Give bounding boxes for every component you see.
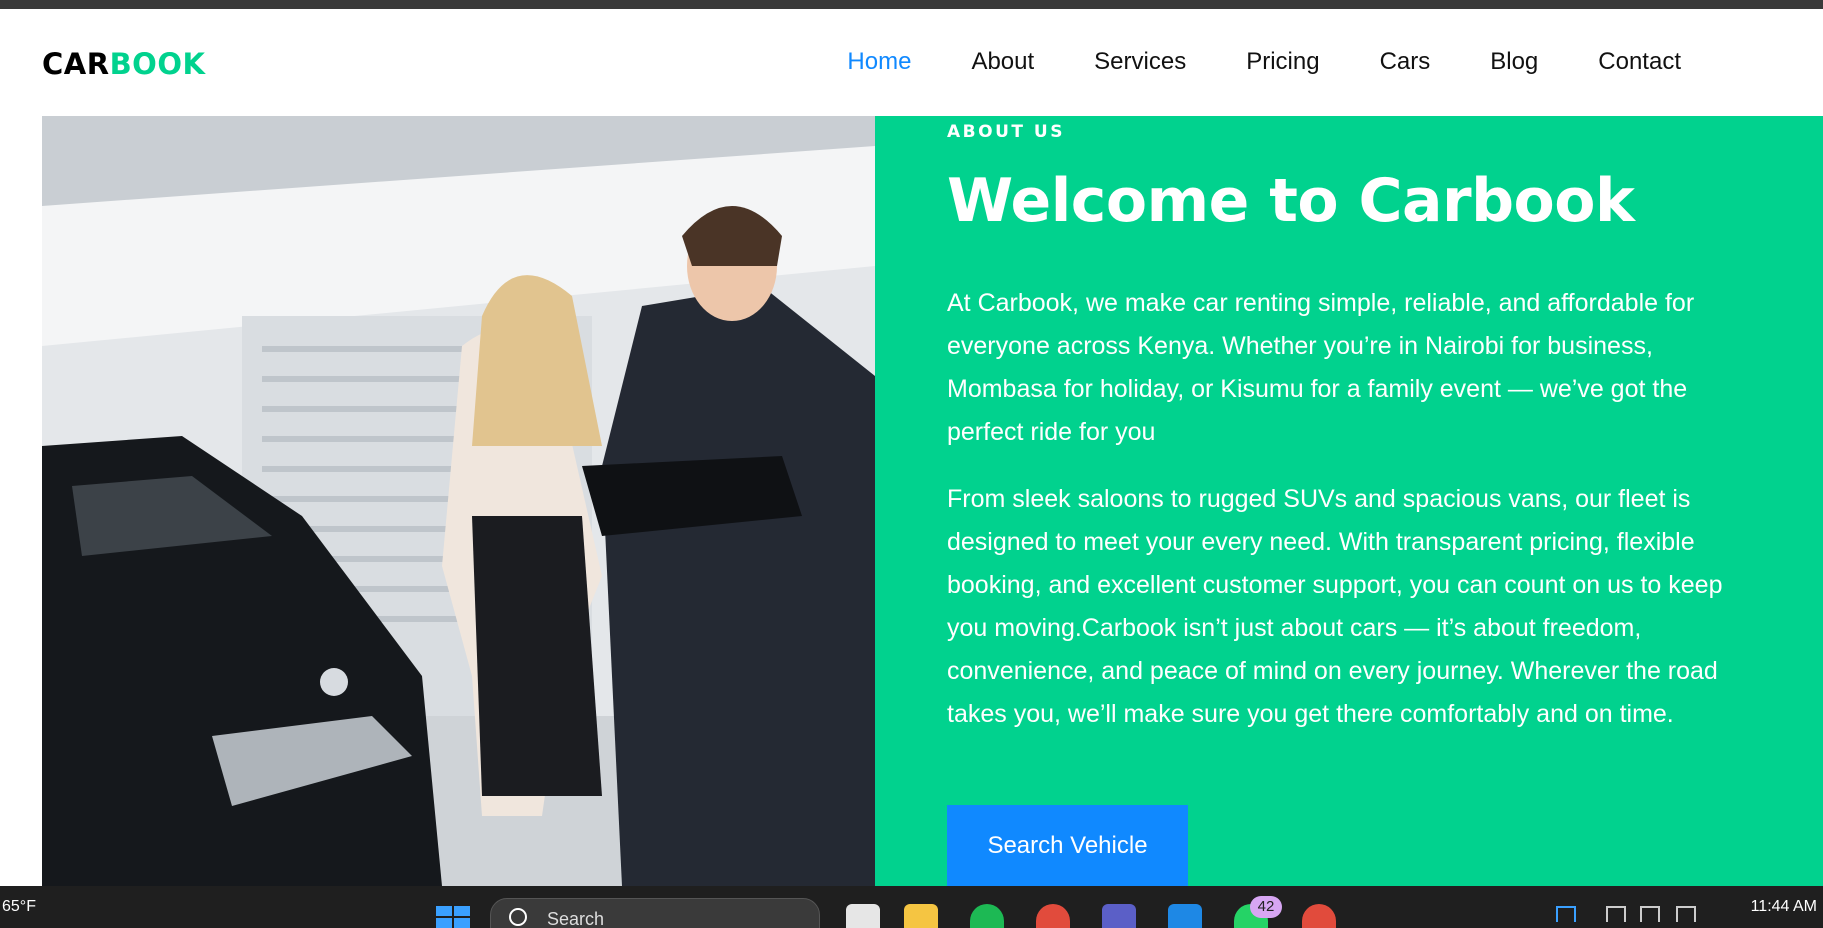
- nav-services[interactable]: Services: [1094, 48, 1186, 76]
- about-image: [42, 116, 875, 886]
- taskbar-search-placeholder: Search: [547, 909, 605, 928]
- about-title: Welcome to Carbook: [947, 166, 1635, 236]
- onedrive-icon[interactable]: [1556, 906, 1576, 922]
- taskbar-clock[interactable]: 11:44 AM: [1751, 898, 1817, 916]
- windows-start-icon[interactable]: [434, 904, 472, 928]
- search-vehicle-button[interactable]: Search Vehicle: [947, 805, 1188, 886]
- nav-about[interactable]: About: [971, 48, 1034, 76]
- about-paragraph-2: From sleek saloons to rugged SUVs and sp…: [947, 485, 1723, 728]
- battery-icon[interactable]: [1676, 906, 1696, 922]
- chrome-icon-2[interactable]: [1302, 904, 1336, 928]
- search-icon: [509, 908, 527, 926]
- browser-top-strip: [0, 0, 1823, 9]
- tray-chevron-icon[interactable]: [1508, 906, 1528, 922]
- taskbar-search[interactable]: Search: [490, 898, 820, 928]
- weather-widget[interactable]: 65°F: [2, 898, 36, 916]
- brand-logo-car: CAR: [42, 47, 110, 81]
- site-navbar: CARBOOK Home About Services Pricing Cars…: [0, 9, 1823, 116]
- network-icon[interactable]: [1606, 906, 1626, 922]
- brand-logo[interactable]: CARBOOK: [42, 47, 205, 81]
- about-panel: ABOUT US Welcome to Carbook At Carbook, …: [875, 116, 1823, 886]
- spotify-icon[interactable]: [970, 904, 1004, 928]
- chrome-icon[interactable]: [1036, 904, 1070, 928]
- volume-muted-icon[interactable]: [1640, 906, 1660, 922]
- nav-blog[interactable]: Blog: [1490, 48, 1538, 76]
- about-eyebrow: ABOUT US: [947, 122, 1065, 142]
- vscode-icon[interactable]: [1168, 904, 1202, 928]
- nav-pricing[interactable]: Pricing: [1246, 48, 1319, 76]
- notification-badge: 42: [1250, 896, 1282, 918]
- brand-logo-book: BOOK: [109, 47, 206, 81]
- nav-home[interactable]: Home: [847, 48, 911, 76]
- teams-icon[interactable]: [1102, 904, 1136, 928]
- nav-contact[interactable]: Contact: [1598, 48, 1681, 76]
- nav-cars[interactable]: Cars: [1380, 48, 1431, 76]
- os-taskbar: 65°F Search 42 11:44 AM: [0, 886, 1823, 928]
- about-paragraph-1: At Carbook, we make car renting simple, …: [947, 289, 1695, 446]
- task-view-icon[interactable]: [846, 904, 880, 928]
- file-explorer-icon[interactable]: [904, 904, 938, 928]
- main-nav: Home About Services Pricing Cars Blog Co…: [787, 48, 1681, 76]
